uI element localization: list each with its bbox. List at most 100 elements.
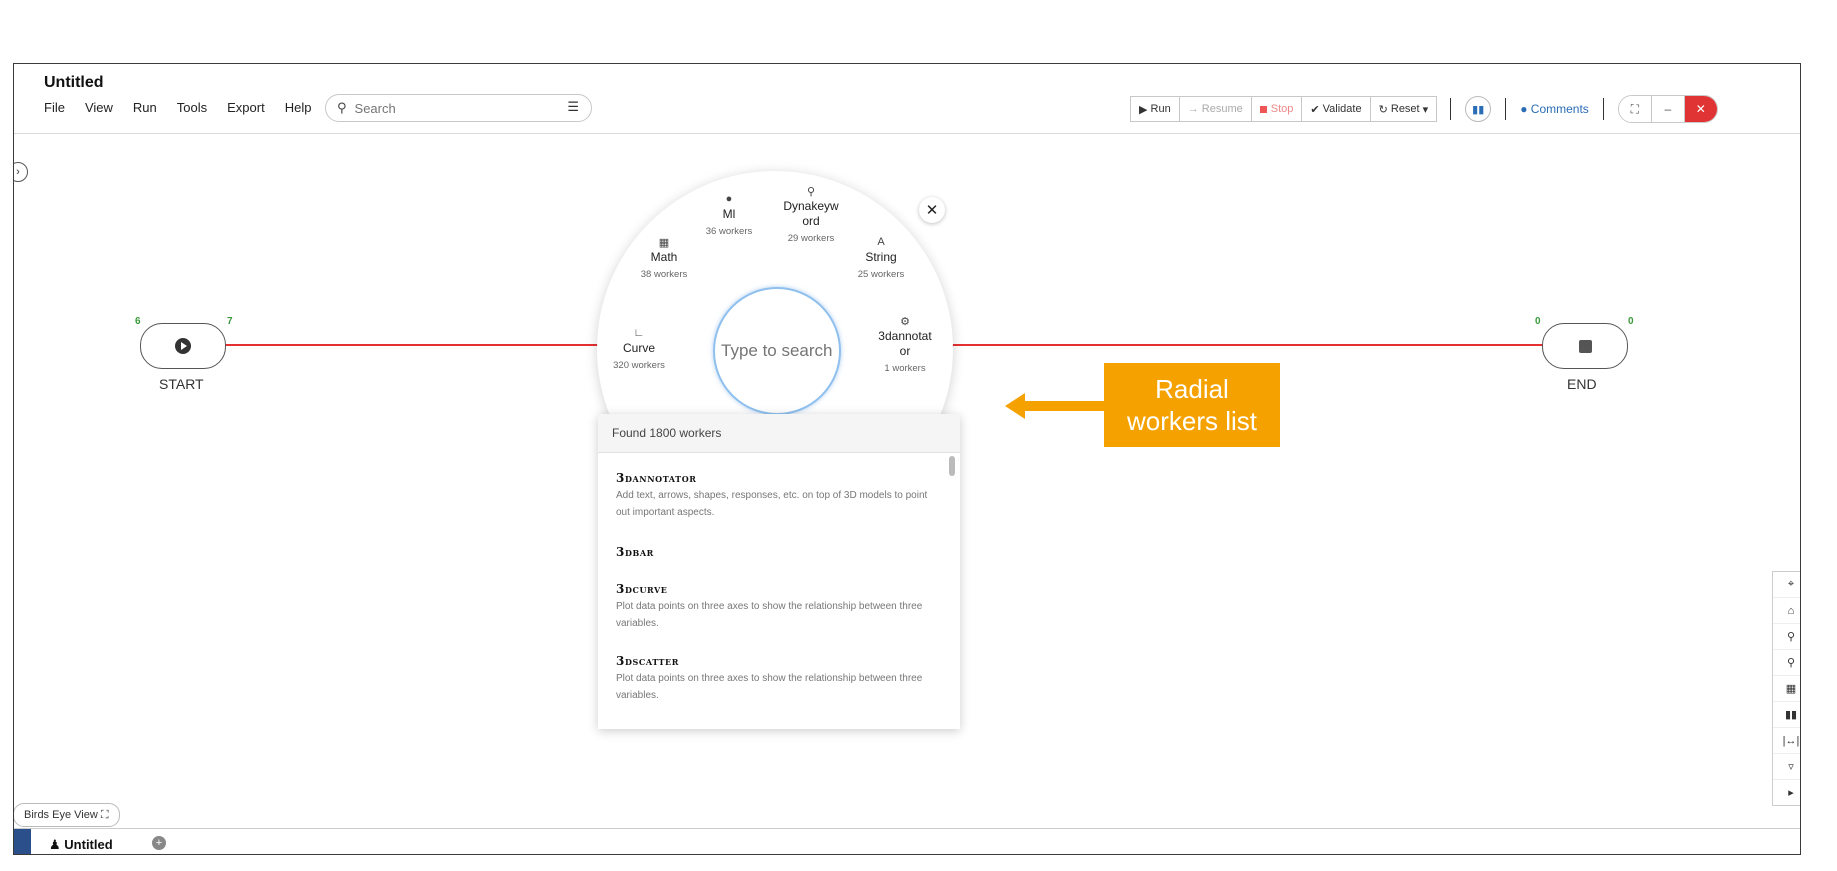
worker-description: Plot data points on three axes to show t… <box>616 673 923 701</box>
validate-label: Validate <box>1322 103 1362 115</box>
birds-eye-view-button[interactable]: Birds Eye View ⛶ <box>14 803 120 827</box>
play-circle-icon <box>175 338 191 354</box>
fullscreen-icon[interactable]: ⛶ <box>1618 96 1652 122</box>
text-icon: A <box>877 236 885 248</box>
brain-icon: ● <box>725 193 733 205</box>
expand-icon: ⛶ <box>97 808 109 821</box>
page-title: Untitled <box>44 74 104 91</box>
check-circle-icon: ✔ <box>1310 103 1323 116</box>
pointer-icon[interactable]: ▸ <box>1773 780 1800 805</box>
key-icon: ⚲ <box>806 186 816 198</box>
comments-link[interactable]: ● Comments <box>1520 102 1589 116</box>
resume-label: Resume <box>1201 103 1243 115</box>
worker-title: 3dbar <box>616 545 654 559</box>
search-input[interactable] <box>352 99 557 117</box>
toolbar-divider <box>1505 98 1507 120</box>
flow-connection-right[interactable] <box>939 344 1567 346</box>
worker-title: 3dcurve <box>616 582 668 596</box>
stop-button[interactable]: Stop <box>1250 96 1303 122</box>
bar-chart-icon: ▮▮ <box>1472 103 1485 116</box>
comment-icon: ● <box>1520 102 1531 116</box>
radial-item-3dannotator[interactable]: ⚙ 3dannotat or 1 workers <box>860 315 950 374</box>
analytics-button[interactable]: ▮▮ <box>1465 96 1492 122</box>
menu-run[interactable]: Run <box>133 100 157 115</box>
add-tab-icon[interactable]: + <box>152 836 166 850</box>
minimize-icon[interactable]: – <box>1651 96 1685 122</box>
workers-results-panel: Found 1800 workers 3dannotator Add text,… <box>598 414 960 729</box>
tab-bar-marker <box>14 829 31 854</box>
canvas-tools: ⌖ ⌂ ⚲ ⚲ ▦ ▮▮ |↔| ▿ ▸ <box>1772 571 1800 806</box>
radial-item-name: Curve <box>622 341 655 355</box>
close-icon[interactable]: ✕ <box>1684 96 1717 122</box>
flow-connection-left[interactable] <box>192 344 602 346</box>
tab-bar: ♟ Untitled + <box>14 828 1800 854</box>
zoom-out-icon[interactable]: ⚲ <box>1773 650 1800 676</box>
close-icon[interactable]: ✕ <box>919 197 945 223</box>
list-item[interactable]: 3dscatter Plot data points on three axes… <box>616 654 936 704</box>
resume-button[interactable]: → Resume <box>1178 96 1252 122</box>
fit-icon[interactable]: ⌖ <box>1773 572 1800 598</box>
radial-item-ml[interactable]: ● Ml 36 workers <box>684 193 774 237</box>
play-icon: ▶ <box>1139 103 1151 116</box>
radial-item-count: 1 workers <box>884 363 926 374</box>
run-toolbar: ▶ Run → Resume Stop ✔ Validate ↻ Reset ▾… <box>1130 95 1718 123</box>
end-node-label: END <box>1567 376 1597 392</box>
radial-item-math[interactable]: ▦ Math 38 workers <box>619 236 709 280</box>
menu-bar: File View Run Tools Export Help <box>44 100 311 115</box>
window-controls: ⛶ – ✕ <box>1617 95 1718 123</box>
menu-help[interactable]: Help <box>285 100 312 115</box>
list-item[interactable]: 3dcurve Plot data points on three axes t… <box>616 582 936 632</box>
worker-description: Plot data points on three axes to show t… <box>616 601 923 629</box>
comments-label: Comments <box>1530 102 1589 116</box>
start-node-label: START <box>159 376 204 392</box>
radial-item-name: Dynakeyw ord <box>783 199 839 228</box>
screenshot-icon[interactable]: ▦ <box>1773 676 1800 702</box>
search-box: ⚲ ☰ <box>325 94 592 122</box>
zoom-in-icon[interactable]: ⚲ <box>1773 624 1800 650</box>
tab-untitled[interactable]: ♟ Untitled <box>49 837 113 853</box>
menu-tools[interactable]: Tools <box>177 100 207 115</box>
run-label: Run <box>1150 103 1171 115</box>
menu-export[interactable]: Export <box>227 100 265 115</box>
radial-search-input[interactable] <box>719 340 835 362</box>
list-item[interactable]: 3dannotator Add text, arrows, shapes, re… <box>616 471 936 521</box>
arrow-right-icon: → <box>1187 103 1202 115</box>
user-icon: ♟ <box>49 837 65 852</box>
bar-chart-icon[interactable]: ▮▮ <box>1773 702 1800 728</box>
filter-icon[interactable]: ☰ <box>567 99 579 115</box>
search-icon: ⚲ <box>337 100 347 115</box>
validate-button[interactable]: ✔ Validate <box>1301 96 1371 122</box>
chart-icon: ∟ <box>633 327 645 339</box>
radial-item-name: Ml <box>722 207 736 221</box>
results-scrollbar[interactable] <box>949 456 955 476</box>
end-port-out: 0 <box>1628 316 1634 327</box>
start-node[interactable] <box>140 323 226 369</box>
stop-label: Stop <box>1270 103 1294 115</box>
reset-label: Reset <box>1390 103 1420 115</box>
tab-label: Untitled <box>64 837 113 852</box>
radial-item-name: Math <box>650 250 678 264</box>
radial-item-string[interactable]: A String 25 workers <box>836 236 926 280</box>
refresh-icon: ↻ <box>1378 103 1391 116</box>
radial-item-curve[interactable]: ∟ Curve 320 workers <box>594 327 684 371</box>
toolbar-divider <box>1450 98 1452 120</box>
menu-view[interactable]: View <box>85 100 113 115</box>
worker-title: 3dscatter <box>616 654 679 668</box>
sidebar-expand-icon[interactable]: › <box>14 162 28 182</box>
worker-description: Add text, arrows, shapes, responses, etc… <box>616 490 928 518</box>
list-item[interactable]: 3dbar <box>616 545 936 559</box>
stop-square-icon <box>1578 339 1592 353</box>
radial-item-count: 25 workers <box>857 269 905 280</box>
home-icon[interactable]: ⌂ <box>1773 598 1800 624</box>
app-window: Untitled File View Run Tools Export Help… <box>13 63 1801 855</box>
menu-file[interactable]: File <box>44 100 65 115</box>
end-node[interactable] <box>1542 323 1628 369</box>
start-port-out: 7 <box>227 316 233 327</box>
reset-button[interactable]: ↻ Reset ▾ <box>1369 96 1438 122</box>
worker-title: 3dannotator <box>616 471 697 485</box>
birds-eye-label: Birds Eye View <box>24 809 98 821</box>
basket-icon[interactable]: ▿ <box>1773 754 1800 780</box>
run-button[interactable]: ▶ Run <box>1130 96 1180 122</box>
end-port-in: 0 <box>1535 316 1541 327</box>
fit-width-icon[interactable]: |↔| <box>1773 728 1800 754</box>
